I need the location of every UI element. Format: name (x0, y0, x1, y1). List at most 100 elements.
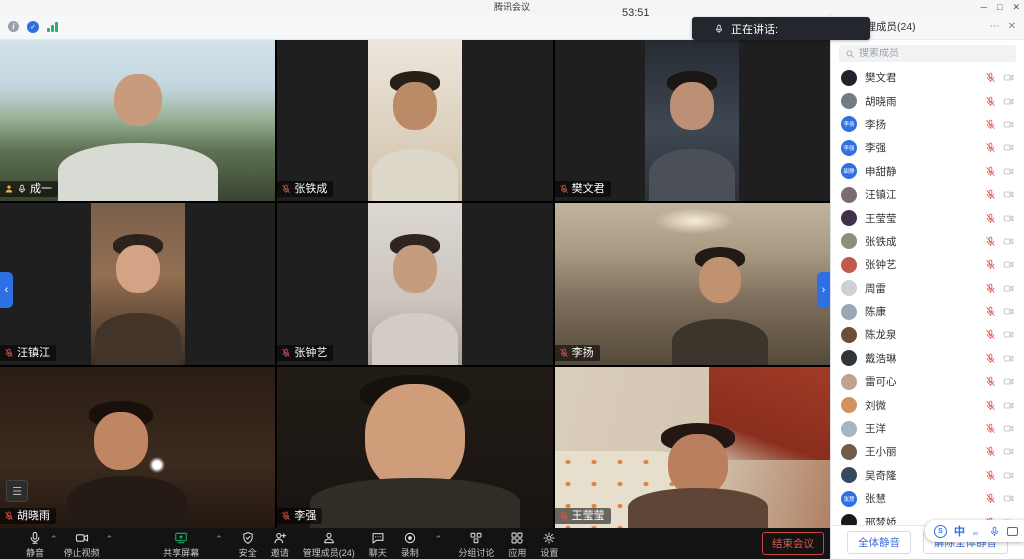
ime-punctuation-icon[interactable]: ，。 (972, 526, 982, 537)
camera-off-icon[interactable] (1003, 353, 1014, 364)
toolbar-item-microphone[interactable]: 静音 (26, 528, 44, 559)
muted-mic-icon[interactable] (985, 400, 996, 411)
toolbar-item-apps[interactable]: 应用 (508, 528, 526, 559)
camera-off-icon[interactable] (1003, 236, 1014, 247)
member-list-item[interactable]: 张钟艺 (831, 253, 1024, 276)
search-input[interactable] (859, 48, 1010, 59)
security-shield-icon[interactable]: ✓ (27, 21, 39, 33)
video-tile[interactable]: 李扬 (555, 203, 830, 364)
toolbar-item-settings[interactable]: 设置 (540, 528, 558, 559)
member-search-box[interactable] (839, 45, 1016, 62)
prev-page-arrow[interactable]: ‹ (0, 272, 13, 308)
ime-mode-label[interactable]: 中 (954, 523, 965, 539)
member-list-item[interactable]: 李扬 李扬 (831, 113, 1024, 136)
camera-off-icon[interactable] (1003, 189, 1014, 200)
info-icon[interactable]: i (8, 21, 19, 32)
panel-close-icon[interactable]: ✕ (1008, 21, 1016, 32)
member-list-item[interactable]: 刘微 (831, 393, 1024, 416)
ime-logo-icon[interactable]: S (934, 525, 947, 538)
maximize-button[interactable]: □ (997, 0, 1002, 14)
member-list-item[interactable]: 樊文君 (831, 66, 1024, 89)
chevron-up-icon[interactable]: ⌃ (213, 528, 225, 545)
toolbar-item-invite[interactable]: 邀请 (271, 528, 289, 559)
layout-switch-button[interactable]: ☰ (6, 480, 28, 502)
muted-mic-icon[interactable] (985, 213, 996, 224)
camera-off-icon[interactable] (1003, 446, 1014, 457)
video-tile[interactable]: 李强 (277, 367, 552, 528)
member-list-item[interactable]: 吴奇隆 (831, 464, 1024, 487)
toolbar-item-share-screen[interactable]: 共享屏幕 (163, 528, 199, 559)
video-tile[interactable]: 汪镇江 (0, 203, 275, 364)
toolbar-item-members[interactable]: 管理成员(24) (303, 528, 355, 559)
ime-toolbox-icon[interactable] (1007, 527, 1018, 536)
next-page-arrow[interactable]: › (817, 272, 830, 308)
camera-off-icon[interactable] (1003, 119, 1014, 130)
video-tile[interactable]: 张铁成 (277, 40, 552, 201)
chevron-up-icon[interactable]: ⌃ (48, 528, 60, 545)
muted-mic-icon[interactable] (985, 329, 996, 340)
panel-more-icon[interactable]: ⋯ (990, 21, 1000, 32)
toolbar-item-record[interactable]: 录制 (401, 528, 419, 559)
chevron-up-icon[interactable]: ⌃ (433, 528, 445, 545)
member-list-item[interactable]: 戴浩琳 (831, 347, 1024, 370)
toolbar-item-camera[interactable]: 停止视频 (64, 528, 100, 559)
video-tile[interactable]: 张钟艺 (277, 203, 552, 364)
muted-mic-icon[interactable] (985, 423, 996, 434)
minimize-button[interactable]: ─ (981, 0, 987, 14)
close-button[interactable]: ✕ (1012, 0, 1020, 14)
camera-off-icon[interactable] (1003, 72, 1014, 83)
muted-mic-icon[interactable] (985, 166, 996, 177)
member-list-item[interactable]: 周雷 (831, 277, 1024, 300)
member-list-item[interactable]: 陈康 (831, 300, 1024, 323)
member-list-item[interactable]: 陈龙泉 (831, 323, 1024, 346)
muted-mic-icon[interactable] (985, 259, 996, 270)
muted-mic-icon[interactable] (985, 446, 996, 457)
chevron-up-icon[interactable]: ⌃ (104, 528, 116, 545)
camera-off-icon[interactable] (1003, 400, 1014, 411)
muted-mic-icon[interactable] (985, 306, 996, 317)
camera-off-icon[interactable] (1003, 376, 1014, 387)
muted-mic-icon[interactable] (985, 189, 996, 200)
camera-off-icon[interactable] (1003, 96, 1014, 107)
camera-off-icon[interactable] (1003, 259, 1014, 270)
video-tile[interactable]: 成一 (0, 40, 275, 201)
camera-off-icon[interactable] (1003, 423, 1014, 434)
muted-mic-icon[interactable] (985, 353, 996, 364)
ime-mic-icon[interactable] (989, 526, 1000, 537)
member-list-item[interactable]: 胡晓雨 (831, 89, 1024, 112)
member-list-item[interactable]: 甜静 申甜静 (831, 160, 1024, 183)
muted-mic-icon[interactable] (985, 283, 996, 294)
camera-off-icon[interactable] (1003, 166, 1014, 177)
video-tile[interactable]: 樊文君 (555, 40, 830, 201)
camera-off-icon[interactable] (1003, 142, 1014, 153)
muted-mic-icon[interactable] (985, 376, 996, 387)
camera-off-icon[interactable] (1003, 213, 1014, 224)
end-meeting-button[interactable]: 结束会议 (762, 532, 824, 555)
toolbar-item-shield[interactable]: 安全 (239, 528, 257, 559)
camera-off-icon[interactable] (1003, 470, 1014, 481)
member-list-item[interactable]: 王洋 (831, 417, 1024, 440)
member-list-item[interactable]: 张慧 张慧 (831, 487, 1024, 510)
video-tile[interactable]: 胡晓雨 (0, 367, 275, 528)
member-list-item[interactable]: 王小丽 (831, 440, 1024, 463)
member-list-item[interactable]: 汪镇江 (831, 183, 1024, 206)
toolbar-item-chat[interactable]: 聊天 (369, 528, 387, 559)
member-list-item[interactable]: 雷可心 (831, 370, 1024, 393)
muted-mic-icon[interactable] (985, 142, 996, 153)
camera-off-icon[interactable] (1003, 283, 1014, 294)
camera-off-icon[interactable] (1003, 493, 1014, 504)
toolbar-item-breakout[interactable]: 分组讨论 (458, 528, 494, 559)
muted-mic-icon[interactable] (985, 236, 996, 247)
network-signal-icon[interactable] (47, 21, 58, 32)
video-tile[interactable]: 王莹莹 (555, 367, 830, 528)
member-list-item[interactable]: 李强 李强 (831, 136, 1024, 159)
member-list-item[interactable]: 张铁成 (831, 230, 1024, 253)
muted-mic-icon[interactable] (985, 96, 996, 107)
muted-mic-icon[interactable] (985, 493, 996, 504)
member-list-item[interactable]: 王莹莹 (831, 206, 1024, 229)
camera-off-icon[interactable] (1003, 306, 1014, 317)
muted-mic-icon[interactable] (985, 470, 996, 481)
muted-mic-icon[interactable] (985, 119, 996, 130)
mute-all-button[interactable]: 全体静音 (847, 531, 911, 554)
muted-mic-icon[interactable] (985, 72, 996, 83)
